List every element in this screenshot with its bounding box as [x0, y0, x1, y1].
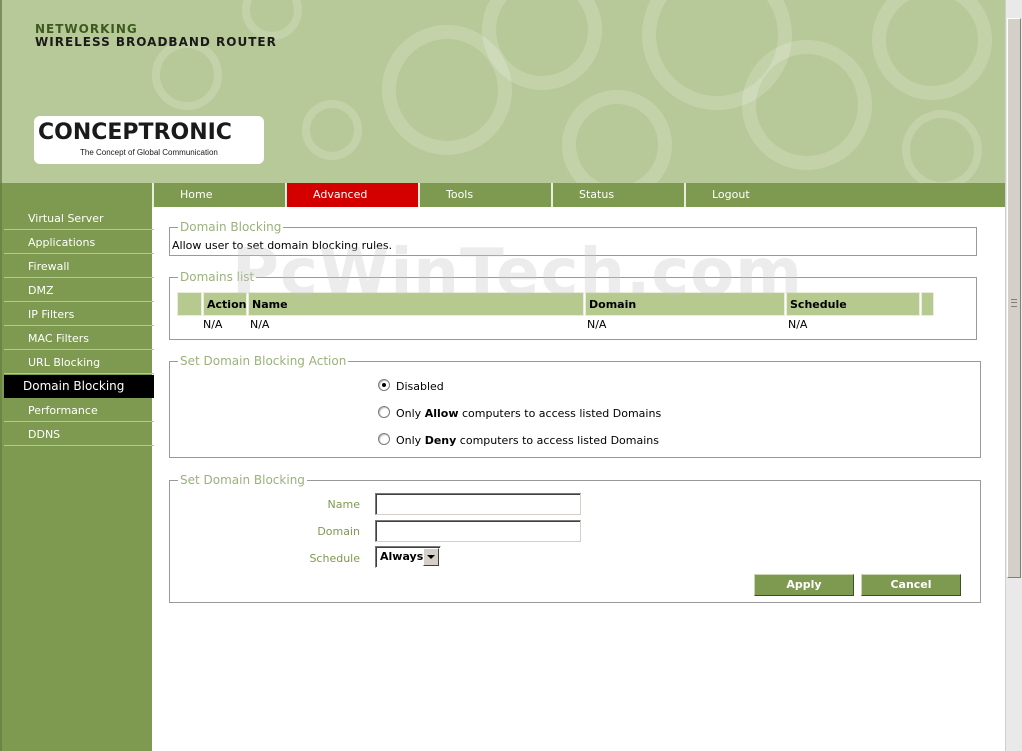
row-domain: N/A — [587, 318, 607, 331]
radio-allow-prefix: Only — [396, 407, 425, 420]
sidebar-item-virtual-server[interactable]: Virtual Server — [4, 207, 154, 230]
table-header-domain: Domain — [585, 292, 785, 316]
brand-line1: NETWORKING — [35, 22, 138, 36]
radio-disabled-label: Disabled — [396, 380, 444, 393]
name-label: Name — [327, 498, 360, 511]
radio-allow-suffix: computers to access listed Domains — [458, 407, 662, 420]
grip-icon — [1011, 299, 1017, 307]
logo-wordmark: CONCEPTRONIC — [38, 120, 232, 145]
row-action: N/A — [203, 318, 223, 331]
sidebar-item-ip-filters[interactable]: IP Filters — [4, 303, 154, 326]
set-domain-blocking-section: Set Domain Blocking Name Domain Schedule… — [169, 472, 981, 603]
table-header: Action Name Domain Schedule — [177, 292, 935, 316]
scrollbar-thumb[interactable] — [1007, 18, 1021, 578]
radio-deny[interactable] — [378, 433, 390, 445]
domain-blocking-section: Domain Blocking Allow user to set domain… — [169, 219, 977, 256]
domain-input[interactable] — [375, 520, 581, 542]
radio-disabled-row[interactable]: Disabled — [378, 379, 444, 394]
tab-status[interactable]: Status — [551, 183, 684, 207]
radio-allow[interactable] — [378, 406, 390, 418]
row-schedule: N/A — [788, 318, 808, 331]
table-header-name: Name — [248, 292, 584, 316]
schedule-value: Always — [380, 550, 424, 563]
sidebar-item-url-blocking[interactable]: URL Blocking — [4, 351, 154, 374]
schedule-select[interactable]: Always — [375, 546, 441, 568]
domains-list-section: Domains list Action Name Domain Schedule… — [169, 269, 977, 340]
header-banner: NETWORKING WIRELESS BROADBAND ROUTER CON… — [0, 0, 1005, 183]
cancel-button[interactable]: Cancel — [861, 574, 961, 596]
decor-circle — [742, 40, 872, 170]
brand-line2: WIRELESS BROADBAND ROUTER — [35, 35, 277, 49]
tab-logout[interactable]: Logout — [684, 183, 1005, 207]
radio-deny-row[interactable]: Only Deny computers to access listed Dom… — [378, 433, 659, 448]
table-header-schedule: Schedule — [786, 292, 920, 316]
table-header-end — [921, 292, 934, 316]
name-input[interactable] — [375, 493, 581, 515]
sidebar-item-ddns[interactable]: DDNS — [4, 423, 154, 446]
sidebar: Virtual Server Applications Firewall DMZ… — [0, 183, 154, 751]
blocking-action-section: Set Domain Blocking Action Disabled Only… — [169, 353, 981, 458]
radio-deny-prefix: Only — [396, 434, 425, 447]
row-name: N/A — [250, 318, 270, 331]
radio-disabled[interactable] — [378, 379, 390, 391]
apply-button[interactable]: Apply — [754, 574, 854, 596]
top-nav: Home Advanced Tools Status Logout — [152, 183, 1005, 207]
decor-circle — [152, 40, 222, 110]
sidebar-item-mac-filters[interactable]: MAC Filters — [4, 327, 154, 350]
section-legend: Domain Blocking — [169, 219, 284, 235]
table-header-action: Action — [203, 292, 247, 316]
sidebar-item-dmz[interactable]: DMZ — [4, 279, 154, 302]
decor-circle — [872, 0, 992, 100]
logo-tagline: The Concept of Global Communication — [80, 148, 218, 157]
radio-deny-suffix: computers to access listed Domains — [456, 434, 659, 447]
sidebar-item-firewall[interactable]: Firewall — [4, 255, 154, 278]
radio-allow-row[interactable]: Only Allow computers to access listed Do… — [378, 406, 661, 421]
section-legend: Domains list — [169, 269, 257, 285]
radio-deny-bold: Deny — [424, 434, 457, 447]
tab-home[interactable]: Home — [152, 183, 285, 207]
schedule-label: Schedule — [309, 552, 360, 565]
decor-circle — [562, 90, 672, 183]
sidebar-item-performance[interactable]: Performance — [4, 399, 154, 422]
tab-advanced[interactable]: Advanced — [285, 183, 418, 207]
section-legend: Set Domain Blocking Action — [169, 353, 349, 369]
radio-allow-bold: Allow — [424, 407, 459, 420]
domain-label: Domain — [317, 525, 360, 538]
conceptronic-logo: CONCEPTRONIC The Concept of Global Commu… — [34, 116, 264, 164]
tab-tools[interactable]: Tools — [418, 183, 551, 207]
sidebar-item-domain-blocking[interactable]: Domain Blocking — [4, 375, 154, 398]
table-header-select — [177, 292, 202, 316]
chevron-down-icon[interactable] — [423, 548, 439, 566]
vertical-scrollbar[interactable] — [1005, 0, 1022, 751]
decor-circle — [242, 0, 302, 40]
decor-circle — [902, 110, 982, 183]
section-description: Allow user to set domain blocking rules. — [172, 239, 393, 252]
sidebar-item-applications[interactable]: Applications — [4, 231, 154, 254]
section-legend: Set Domain Blocking — [170, 472, 307, 488]
decor-circle — [302, 100, 362, 160]
